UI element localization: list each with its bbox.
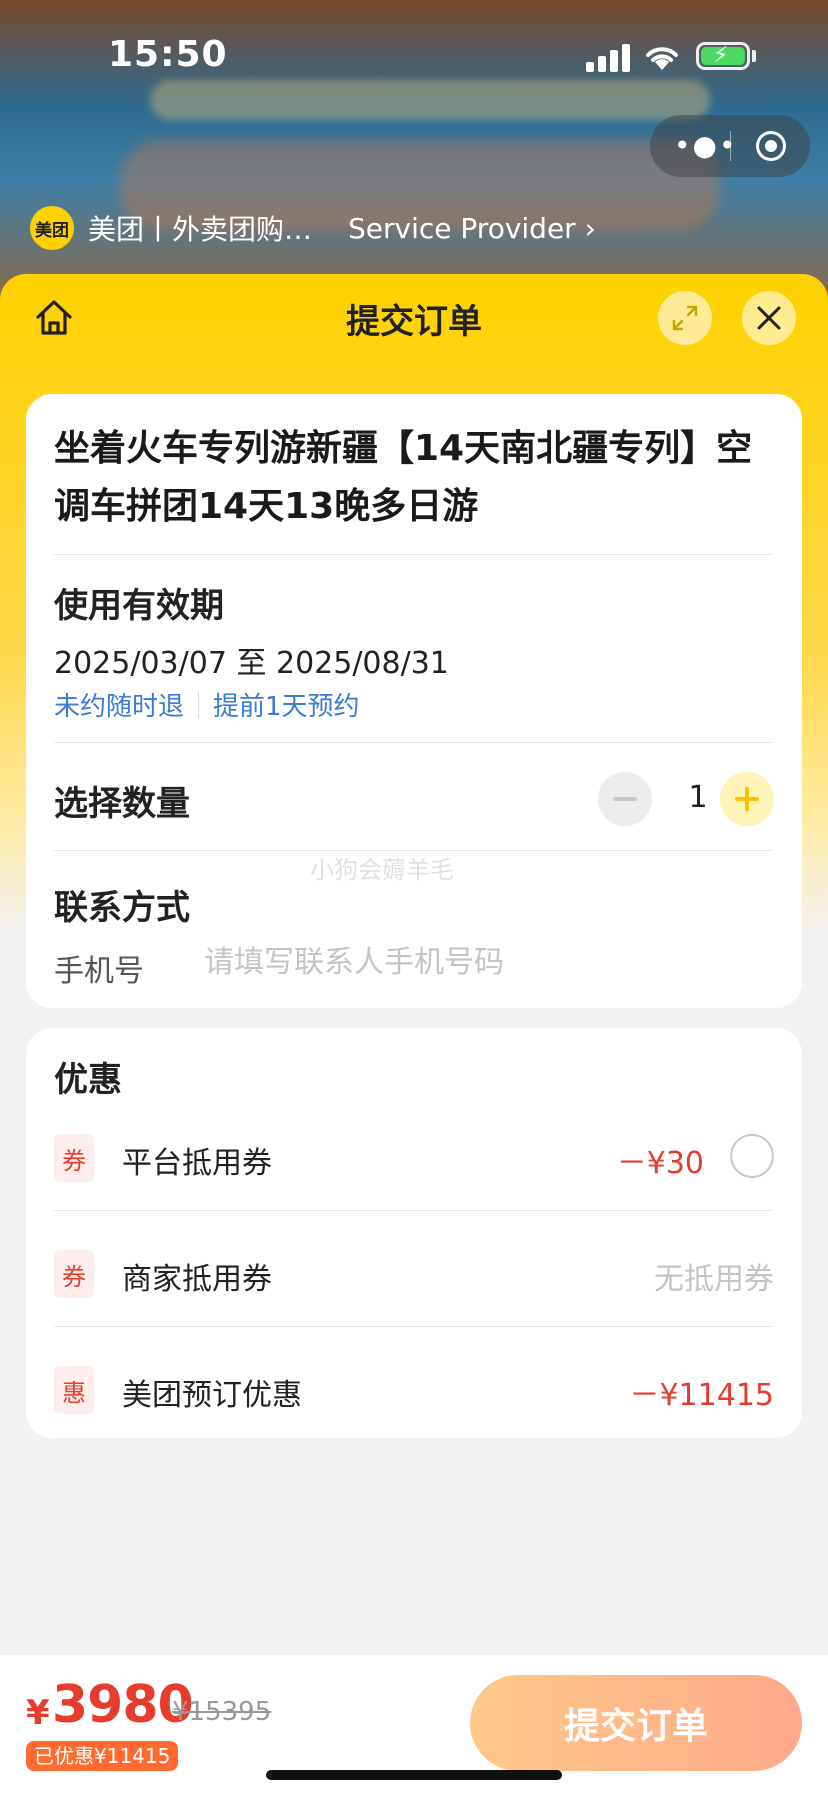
cellular-signal-icon <box>586 44 638 72</box>
discount-amount: －¥30 <box>616 1146 704 1181</box>
status-bar: 15:50 ⚡ <box>0 0 828 110</box>
close-miniprogram-icon[interactable] <box>756 131 786 161</box>
coupon-badge: 券 <box>54 1250 94 1298</box>
tag-reservation: 提前1天预约 <box>213 692 360 722</box>
expand-icon[interactable] <box>658 291 712 345</box>
home-indicator <box>266 1770 562 1780</box>
submit-order-button[interactable]: 提交订单 <box>470 1675 802 1771</box>
discount-row-platform-coupon[interactable]: 券 平台抵用券 －¥30 <box>26 1124 802 1184</box>
divider <box>54 554 774 555</box>
discount-row-booking-offer: 惠 美团预订优惠 －¥11415 <box>26 1356 802 1416</box>
quantity-decrease-button[interactable] <box>598 772 652 826</box>
wifi-icon <box>646 47 678 70</box>
product-title: 坐着火车专列游新疆【14天南北疆专列】空调车拼团14天13晚多日游 <box>54 428 753 527</box>
close-icon <box>757 306 781 330</box>
discount-amount: 无抵用券 <box>654 1262 774 1297</box>
quantity-label: 选择数量 <box>54 784 190 824</box>
capsule-divider <box>730 131 731 161</box>
divider <box>54 742 774 743</box>
divider <box>54 1326 774 1327</box>
discount-title: 优惠 <box>54 1060 122 1100</box>
validity-label: 使用有效期 <box>54 586 224 626</box>
contact-label: 联系方式 <box>54 888 190 928</box>
discount-amount: －¥11415 <box>629 1378 774 1413</box>
quantity-value: 1 <box>688 780 708 815</box>
coupon-badge: 券 <box>54 1134 94 1182</box>
phone-label: 手机号 <box>54 954 144 989</box>
discount-label: 商家抵用券 <box>122 1262 272 1297</box>
offer-badge: 惠 <box>54 1366 94 1414</box>
miniapp-name[interactable]: 美团丨外卖团购… <box>88 208 312 248</box>
status-time: 15:50 <box>108 34 228 75</box>
coupon-select-radio[interactable] <box>730 1134 774 1178</box>
miniprogram-capsule: •●• <box>650 115 810 177</box>
battery-icon: ⚡ <box>696 42 750 70</box>
validity-date-range: 2025/03/07 至 2025/08/31 <box>54 646 449 681</box>
validity-tags: 未约随时退 提前1天预约 <box>54 686 360 723</box>
divider <box>54 1210 774 1211</box>
tag-separator <box>198 691 200 718</box>
phone-input[interactable] <box>204 940 764 984</box>
battery-tip <box>752 50 756 62</box>
quantity-increase-button[interactable] <box>720 772 774 826</box>
meituan-logo: 美团 <box>30 206 74 250</box>
tag-refund: 未约随时退 <box>54 692 185 722</box>
miniapp-info-bar: 美团 美团丨外卖团购… Service Provider › <box>30 206 596 250</box>
discount-row-merchant-coupon[interactable]: 券 商家抵用券 无抵用券 <box>26 1240 802 1300</box>
savings-badge: 已优惠¥11415 <box>26 1741 179 1771</box>
discount-label: 平台抵用券 <box>122 1146 272 1181</box>
close-button[interactable] <box>742 291 796 345</box>
original-price: ¥15395 <box>172 1697 272 1727</box>
service-provider-link[interactable]: Service Provider › <box>348 212 596 245</box>
discount-card: 优惠 券 平台抵用券 －¥30 券 商家抵用券 无抵用券 惠 美团预订优惠 －¥… <box>26 1028 802 1438</box>
price-currency: ¥ <box>26 1693 50 1733</box>
sheet-header: 提交订单 <box>0 274 828 364</box>
discount-label: 美团预订优惠 <box>122 1378 302 1413</box>
watermark-text: 小狗会薅羊毛 <box>310 856 454 884</box>
order-info-card: 坐着火车专列游新疆【14天南北疆专列】空调车拼团14天13晚多日游 使用有效期 … <box>26 394 802 1008</box>
more-options-icon[interactable]: •●• <box>674 129 737 162</box>
